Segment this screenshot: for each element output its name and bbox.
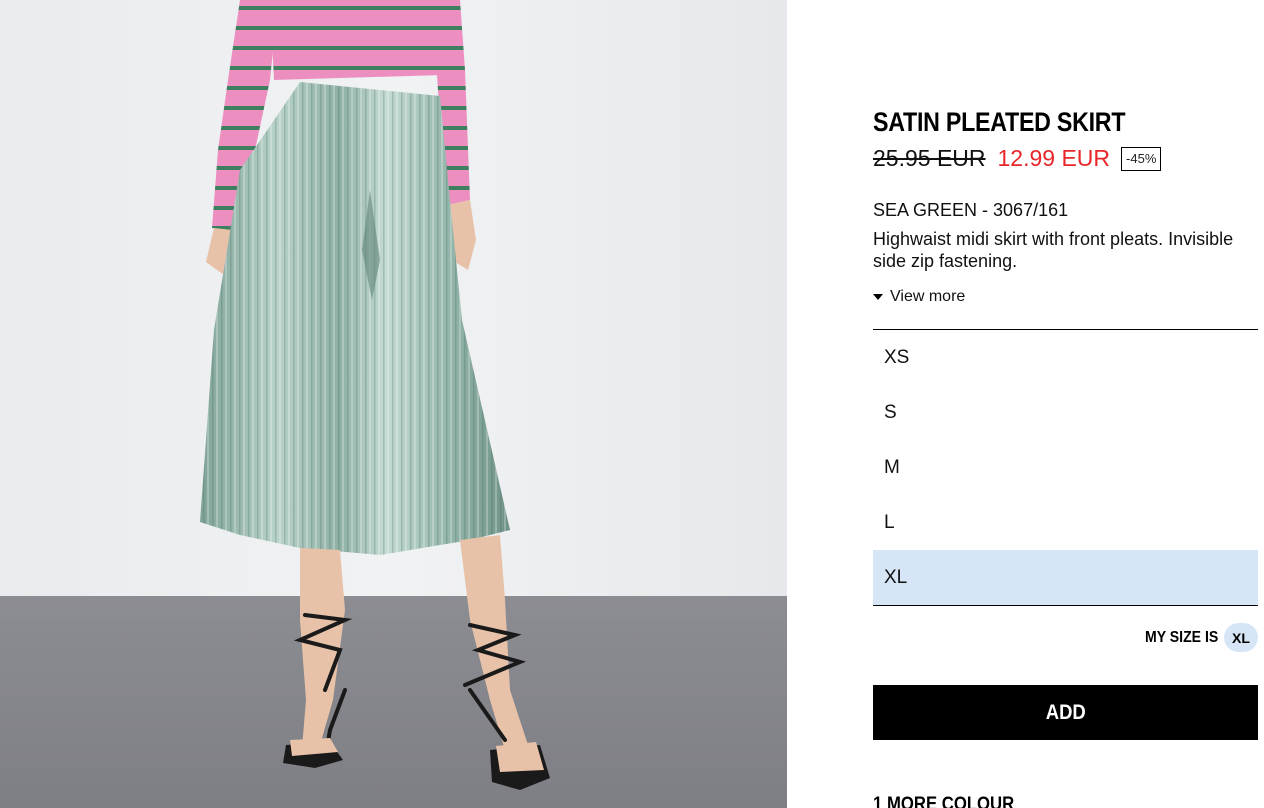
size-option-xs[interactable]: XS (873, 330, 1258, 385)
caret-down-icon (873, 294, 883, 300)
add-button-label: ADD (1045, 700, 1086, 724)
product-photo (0, 0, 787, 808)
discount-badge: -45% (1121, 146, 1162, 171)
view-more-toggle[interactable]: View more (873, 288, 965, 306)
view-more-label: View more (890, 288, 966, 305)
size-label: XS (884, 346, 910, 368)
color-reference: SEA GREEN - 3067/161 (873, 200, 1069, 220)
size-label: L (884, 511, 895, 533)
size-option-s[interactable]: S (873, 385, 1258, 440)
sale-price: 12.99 EUR (997, 145, 1111, 171)
price-row: 25.95 EUR 12.99 EUR -45% (873, 145, 1162, 172)
size-option-m[interactable]: M (873, 440, 1258, 495)
add-to-cart-button[interactable]: ADD (873, 685, 1258, 740)
more-colours-heading[interactable]: 1 MORE COLOUR (873, 794, 1014, 808)
size-option-xl[interactable]: XL (873, 550, 1258, 605)
my-size-indicator[interactable]: MY SIZE IS XL (1135, 623, 1258, 652)
my-size-label: MY SIZE IS (1144, 628, 1218, 646)
size-label: M (884, 456, 900, 478)
product-description: Highwaist midi skirt with front pleats. … (873, 229, 1234, 271)
size-label: S (884, 401, 897, 423)
product-image[interactable] (0, 0, 787, 808)
size-option-l[interactable]: L (873, 495, 1258, 550)
product-title: SATIN PLEATED SKIRT (873, 107, 1126, 137)
size-label: XL (884, 566, 908, 588)
old-price: 25.95 EUR (873, 145, 986, 171)
product-info-panel: SATIN PLEATED SKIRT 25.95 EUR 12.99 EUR … (873, 0, 1258, 808)
my-size-badge: XL (1224, 623, 1258, 652)
size-selector: XS S M L XL (873, 329, 1258, 606)
